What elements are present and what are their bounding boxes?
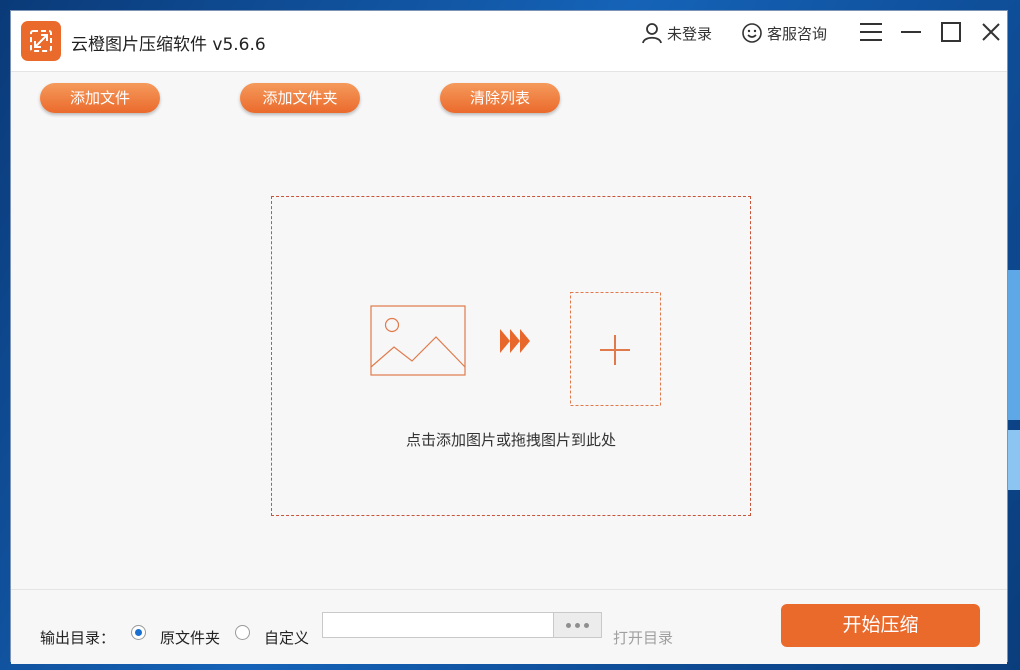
add-file-button[interactable]: 添加文件 bbox=[40, 83, 160, 113]
drop-zone[interactable]: 点击添加图片或拖拽图片到此处 bbox=[271, 196, 751, 516]
menu-icon[interactable] bbox=[858, 19, 884, 45]
minimize-icon[interactable] bbox=[898, 19, 924, 45]
app-title: 云橙图片压缩软件 v5.6.6 bbox=[71, 35, 266, 55]
add-folder-button[interactable]: 添加文件夹 bbox=[240, 83, 360, 113]
radio-original-label[interactable]: 原文件夹 bbox=[160, 627, 220, 648]
title-bar: 云橙图片压缩软件 v5.6.6 未登录 客服咨询 bbox=[11, 11, 1007, 72]
desktop-light-streak bbox=[1008, 270, 1020, 420]
dot-icon bbox=[584, 622, 589, 628]
start-compress-button[interactable]: 开始压缩 bbox=[781, 604, 980, 647]
output-bar: 输出目录： 原文件夹 自定义 打开目录 开始压缩 bbox=[11, 589, 1007, 664]
radio-custom-folder[interactable] bbox=[235, 625, 250, 640]
dot-icon bbox=[566, 622, 571, 628]
open-directory-link[interactable]: 打开目录 bbox=[613, 627, 673, 648]
browse-button[interactable] bbox=[553, 612, 602, 638]
user-icon bbox=[642, 23, 662, 44]
login-label: 未登录 bbox=[667, 24, 713, 43]
drop-hint: 点击添加图片或拖拽图片到此处 bbox=[405, 431, 616, 449]
maximize-icon[interactable] bbox=[938, 19, 964, 45]
output-dir-label: 输出目录： bbox=[40, 629, 116, 647]
app-window: 云橙图片压缩软件 v5.6.6 未登录 客服咨询 添加文件 添加文件夹 清除列表… bbox=[10, 10, 1008, 664]
close-icon[interactable] bbox=[978, 19, 1004, 45]
radio-custom-label[interactable]: 自定义 bbox=[264, 627, 309, 648]
radio-original-folder[interactable] bbox=[131, 625, 146, 640]
output-path-input[interactable] bbox=[322, 612, 553, 638]
smiley-icon bbox=[742, 23, 762, 43]
login-button[interactable]: 未登录 bbox=[641, 19, 712, 47]
dot-icon bbox=[575, 622, 580, 628]
add-icon bbox=[570, 292, 661, 406]
arrows-icon bbox=[500, 329, 530, 353]
desktop-light-streak bbox=[1008, 430, 1020, 490]
support-button[interactable]: 客服咨询 bbox=[741, 19, 827, 47]
support-label: 客服咨询 bbox=[767, 24, 828, 43]
clear-list-button[interactable]: 清除列表 bbox=[440, 83, 560, 113]
app-logo-icon bbox=[21, 21, 61, 61]
image-icon bbox=[370, 305, 466, 376]
